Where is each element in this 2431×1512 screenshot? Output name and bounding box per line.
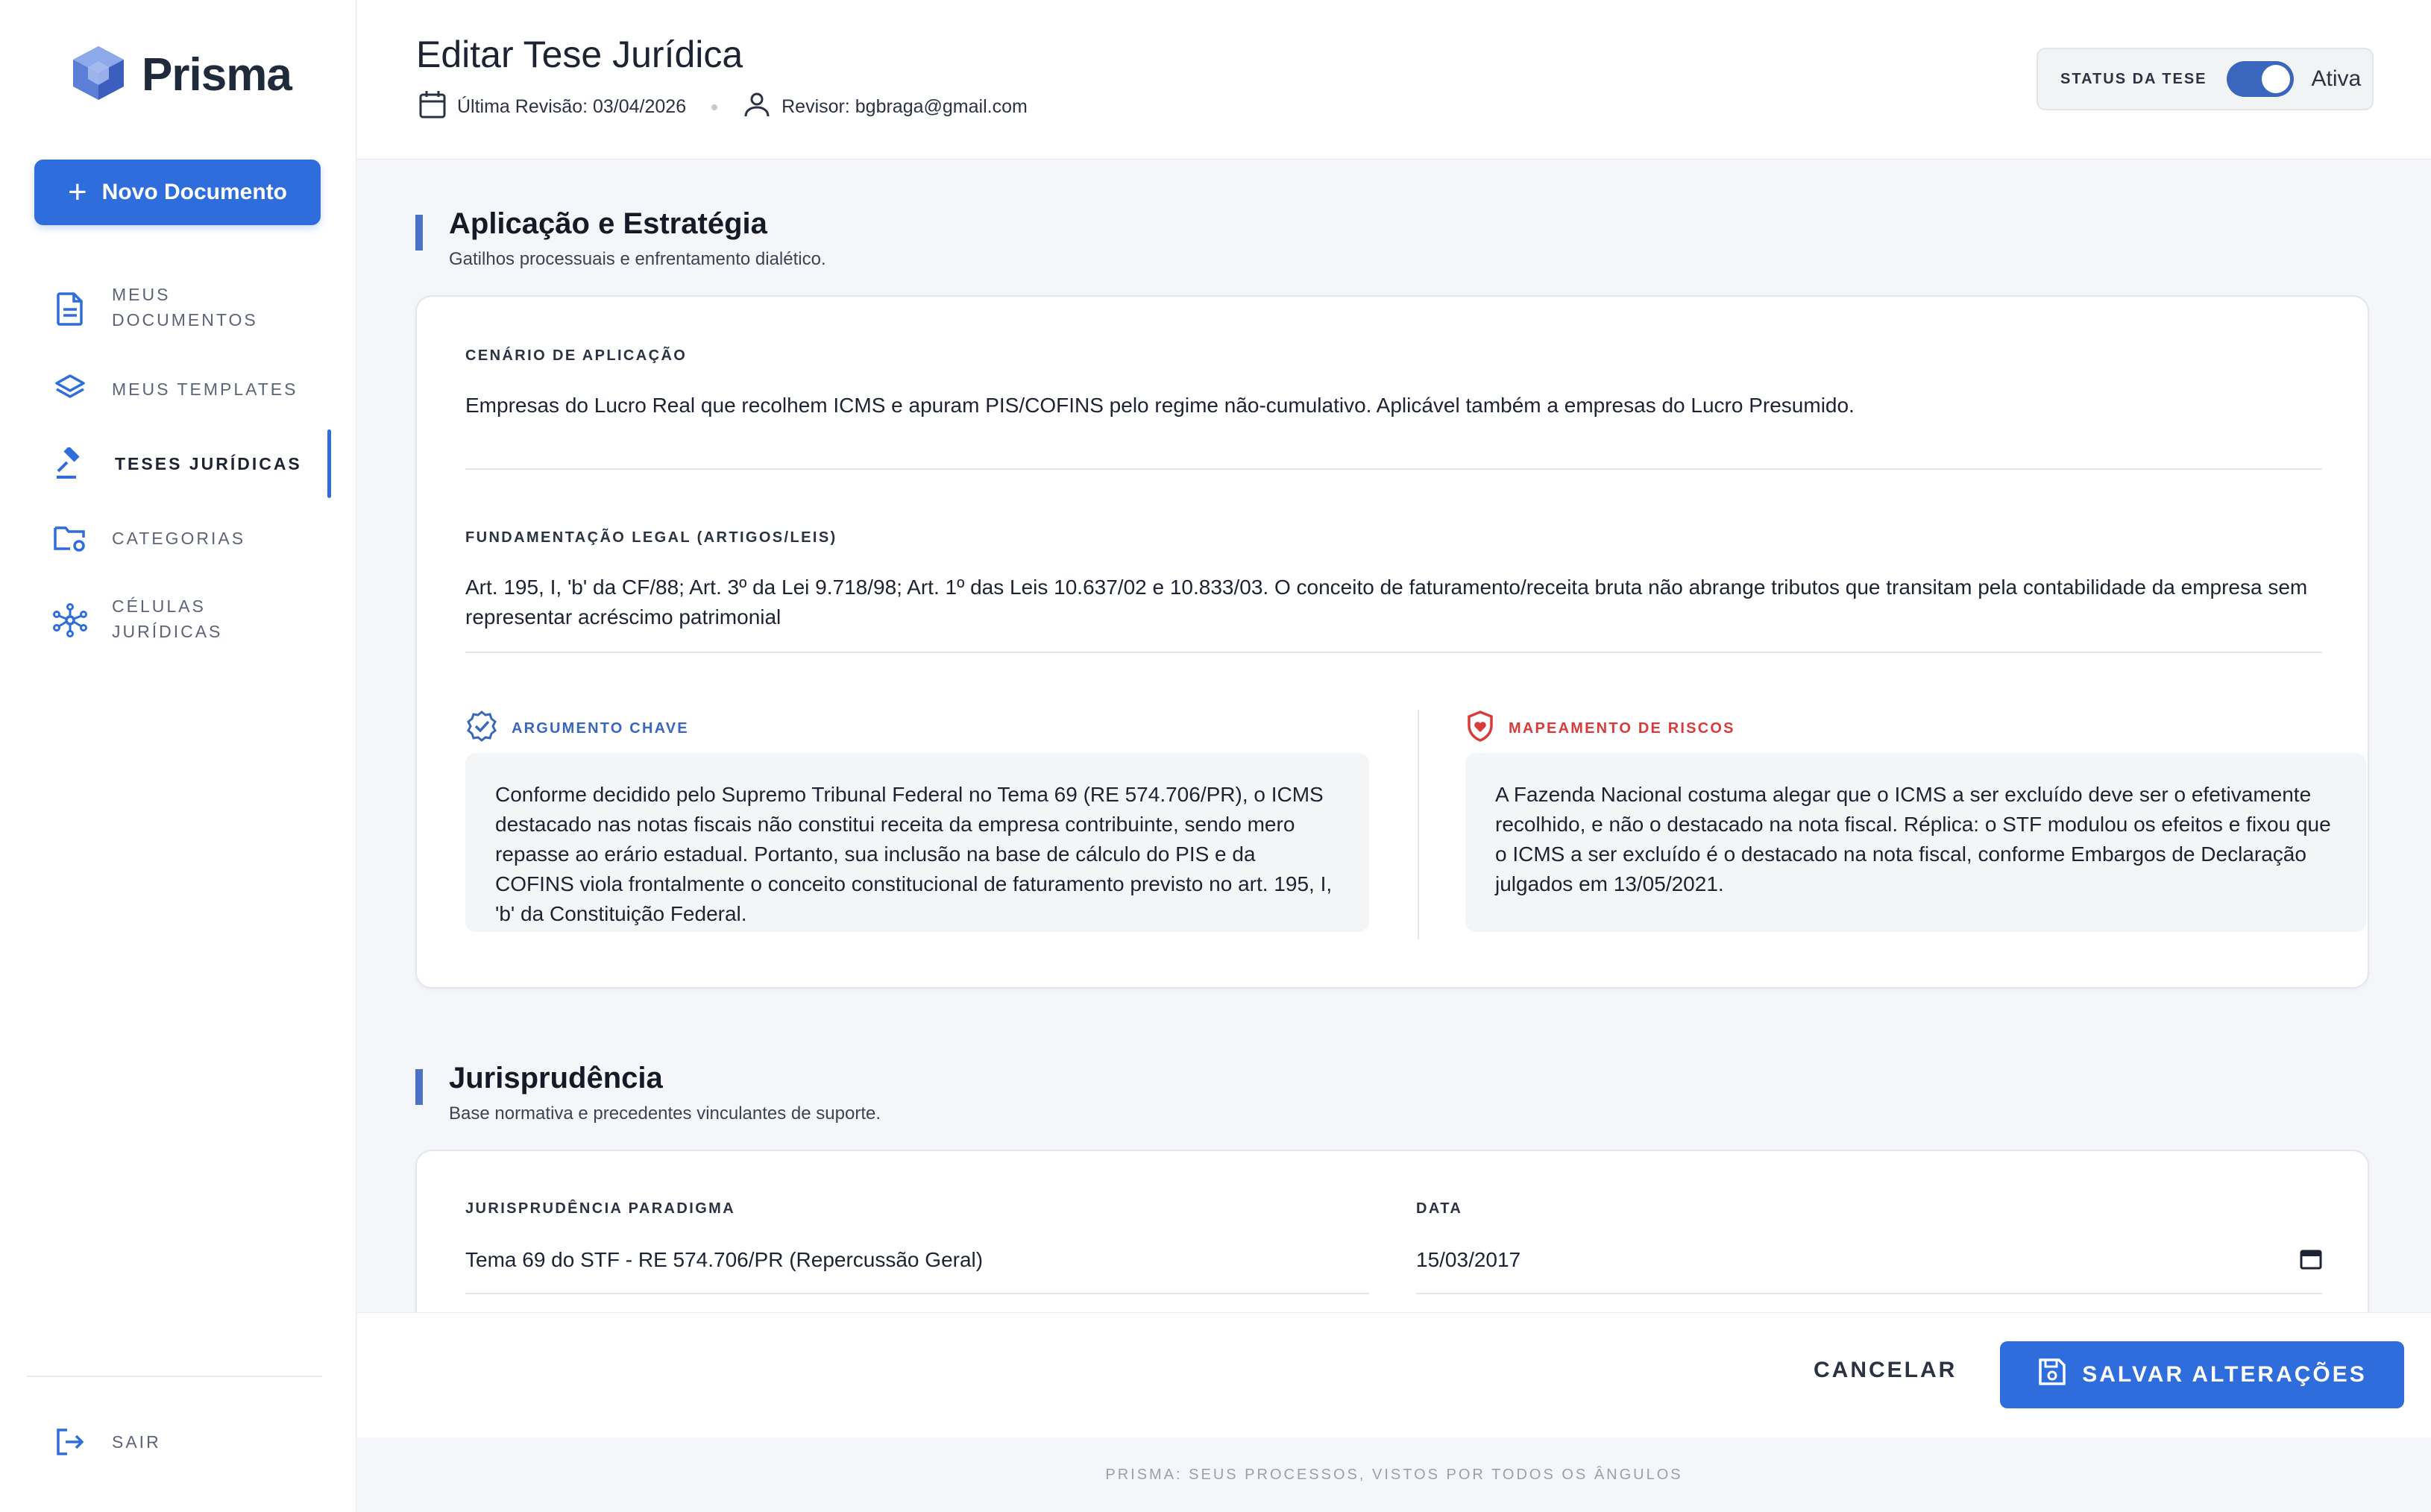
prisma-logo-icon xyxy=(72,45,125,105)
risks-header: MAPEAMENTO DE RISCOS xyxy=(1465,710,1735,747)
logout-icon xyxy=(52,1424,88,1460)
last-revision-text: Última Revisão: 03/04/2026 xyxy=(457,96,687,117)
calendar-icon[interactable] xyxy=(2300,1247,2322,1273)
last-revision: Última Revisão: 03/04/2026 xyxy=(418,89,686,125)
legal-basis-label: FUNDAMENTAÇÃO LEGAL (ARTIGOS/LEIS) xyxy=(465,529,837,546)
logout-label: SAIR xyxy=(112,1432,161,1452)
column-divider xyxy=(1418,710,1419,939)
status-toggle[interactable] xyxy=(2226,61,2294,97)
section-subtitle: Gatilhos processuais e enfrentamento dia… xyxy=(449,249,826,269)
status-value: Ativa xyxy=(2311,66,2362,91)
paradigm-field[interactable]: Tema 69 do STF - RE 574.706/PR (Repercus… xyxy=(465,1245,1369,1275)
scenario-label: CENÁRIO DE APLICAÇÃO xyxy=(465,347,688,364)
sidebar-item-label: MEUS DOCUMENTOS xyxy=(112,285,258,330)
field-underline xyxy=(465,652,2322,653)
cancel-button[interactable]: CANCELAR xyxy=(1814,1358,1957,1383)
risks-field[interactable]: A Fazenda Nacional costuma alegar que o … xyxy=(1465,753,2366,932)
key-argument-label: ARGUMENTO CHAVE xyxy=(512,719,689,737)
section-title: Jurisprudência xyxy=(449,1062,663,1094)
risks-label: MAPEAMENTO DE RISCOS xyxy=(1509,719,1735,737)
brand-name: Prisma xyxy=(142,49,292,101)
layers-icon xyxy=(52,371,88,407)
legal-basis-field[interactable]: Art. 195, I, 'b' da CF/88; Art. 3º da Le… xyxy=(465,573,2322,632)
network-icon xyxy=(52,602,88,638)
reviewer-text: Revisor: bgbraga@gmail.com xyxy=(781,96,1028,117)
section-accent-bar xyxy=(415,215,423,251)
save-icon xyxy=(2037,1357,2067,1393)
page-header: Editar Tese Jurídica Última Revisão: 03/… xyxy=(357,0,2431,160)
sidebar-divider xyxy=(27,1376,322,1377)
paradigm-label: JURISPRUDÊNCIA PARADIGMA xyxy=(465,1200,736,1217)
user-icon xyxy=(743,90,771,124)
status-label: STATUS DA TESE xyxy=(2060,70,2207,87)
action-bar: CANCELAR SALVAR ALTERAÇÕES xyxy=(357,1312,2431,1437)
folder-settings-icon xyxy=(52,520,88,556)
status-control: STATUS DA TESE Ativa xyxy=(2037,48,2374,110)
key-argument-header: ARGUMENTO CHAVE xyxy=(465,710,689,747)
gavel-icon xyxy=(52,446,88,482)
section-title: Aplicação e Estratégia xyxy=(449,207,767,240)
save-label: SALVAR ALTERAÇÕES xyxy=(2082,1362,2367,1387)
sidebar-item-label: CÉLULAS JURÍDICAS xyxy=(112,596,223,641)
sidebar-item-label: TESES JURÍDICAS xyxy=(115,454,302,473)
meta-separator xyxy=(711,104,718,110)
brand[interactable]: Prisma xyxy=(72,45,292,105)
verified-badge-icon xyxy=(465,710,498,747)
toggle-knob xyxy=(2261,65,2290,93)
key-argument-field[interactable]: Conforme decidido pelo Supremo Tribunal … xyxy=(465,753,1369,932)
date-field[interactable]: 15/03/2017 xyxy=(1416,1245,2322,1275)
new-document-label: Novo Documento xyxy=(101,180,288,204)
field-underline xyxy=(1416,1293,2322,1294)
field-underline xyxy=(465,1293,1369,1294)
field-underline xyxy=(465,468,2322,470)
footer-tagline: PRISMA: SEUS PROCESSOS, VISTOS POR TODOS… xyxy=(357,1437,2431,1512)
calendar-icon xyxy=(418,89,447,125)
new-document-button[interactable]: + Novo Documento xyxy=(34,160,321,225)
date-label: DATA xyxy=(1416,1200,1463,1217)
reviewer: Revisor: bgbraga@gmail.com xyxy=(743,90,1028,124)
sidebar: Prisma + Novo Documento MEUS DOCUMENTOS … xyxy=(0,0,356,1512)
section-accent-bar xyxy=(415,1069,423,1105)
shield-heart-icon xyxy=(1465,710,1495,747)
scenario-field[interactable]: Empresas do Lucro Real que recolhem ICMS… xyxy=(465,391,2322,420)
application-card: CENÁRIO DE APLICAÇÃO Empresas do Lucro R… xyxy=(415,295,2369,989)
page-title: Editar Tese Jurídica xyxy=(416,34,743,75)
page-meta: Última Revisão: 03/04/2026 Revisor: bgbr… xyxy=(418,89,1028,125)
sidebar-item-label: CATEGORIAS xyxy=(112,529,246,548)
sidebar-item-label: MEUS TEMPLATES xyxy=(112,379,298,399)
section-subtitle: Base normativa e precedentes vinculantes… xyxy=(449,1103,881,1124)
save-button[interactable]: SALVAR ALTERAÇÕES xyxy=(2000,1341,2404,1408)
date-value: 15/03/2017 xyxy=(1416,1248,1521,1271)
document-icon xyxy=(52,291,88,327)
plus-icon: + xyxy=(67,174,87,210)
